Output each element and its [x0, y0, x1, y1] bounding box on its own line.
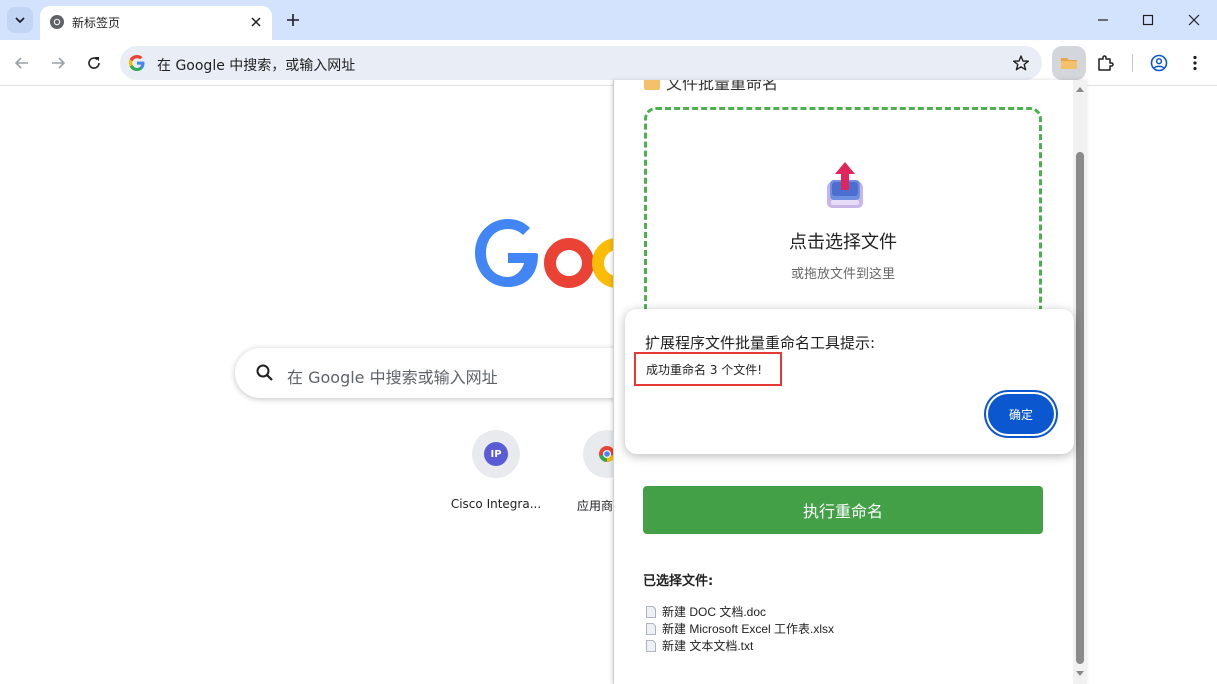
menu-button[interactable]: [1181, 49, 1209, 77]
popup-title-text: 文件批量重命名: [666, 80, 779, 93]
reload-button[interactable]: [80, 49, 108, 77]
back-button[interactable]: [8, 49, 36, 77]
new-tab-button[interactable]: [281, 8, 305, 32]
dialog-title: 扩展程序文件批量重命名工具提示:: [645, 334, 876, 352]
list-item: 新建 DOC 文档.doc: [646, 603, 834, 620]
scroll-up-arrow-icon[interactable]: [1076, 85, 1084, 93]
dialog-ok-button[interactable]: 确定: [988, 394, 1054, 434]
shortcut-tile[interactable]: IP Cisco Integra...: [440, 430, 552, 511]
maximize-button[interactable]: [1125, 0, 1171, 40]
address-bar[interactable]: 在 Google 中搜索，或输入网址: [120, 46, 1042, 80]
reload-icon: [88, 57, 100, 69]
execute-rename-button[interactable]: 执行重命名: [643, 486, 1043, 534]
arrow-left-icon: [14, 57, 28, 69]
shortcut-label: Cisco Integra...: [450, 497, 542, 511]
address-text: 在 Google 中搜索，或输入网址: [157, 58, 356, 74]
upload-icon: [827, 162, 863, 208]
drop-zone-main-text: 点击选择文件: [789, 232, 897, 253]
plus-icon: [287, 14, 299, 26]
selected-files-heading: 已选择文件:: [643, 574, 714, 589]
close-window-button[interactable]: [1171, 0, 1217, 40]
chevron-down-icon: [15, 17, 25, 24]
account-circle-icon: [1150, 54, 1168, 72]
close-icon: [251, 17, 261, 27]
google-logo: [475, 219, 632, 288]
arrow-right-icon: [52, 57, 66, 69]
alert-dialog: 扩展程序文件批量重命名工具提示: 成功重命名 3 个文件! 确定: [625, 309, 1074, 454]
bookmark-star-icon[interactable]: [1012, 54, 1030, 72]
file-icon: [646, 622, 656, 635]
selected-files-list: 新建 DOC 文档.doc 新建 Microsoft Excel 工作表.xls…: [646, 603, 834, 654]
maximize-icon: [1142, 14, 1154, 26]
shortcut-icon-wrap: IP: [472, 430, 520, 478]
rename-extension-button[interactable]: [1052, 46, 1086, 80]
chrome-icon: [50, 15, 64, 29]
ntp-search-placeholder: 在 Google 中搜索或输入网址: [287, 368, 498, 387]
scroll-thumb[interactable]: [1076, 152, 1084, 664]
folder-title-icon: [644, 80, 660, 90]
popup-scrollbar[interactable]: [1073, 80, 1087, 684]
google-g-icon: [129, 55, 145, 71]
file-name: 新建 文本文档.txt: [662, 639, 754, 653]
list-item: 新建 文本文档.txt: [646, 637, 834, 654]
toolbar-separator: [1132, 54, 1133, 72]
ip-avatar-icon: IP: [484, 442, 508, 466]
file-drop-zone[interactable]: 点击选择文件 或拖放文件到这里: [644, 107, 1042, 337]
file-name: 新建 Microsoft Excel 工作表.xlsx: [662, 622, 835, 636]
scroll-down-arrow-icon[interactable]: [1076, 670, 1084, 678]
tab-search-button[interactable]: [7, 7, 33, 33]
more-vert-icon: [1193, 55, 1197, 71]
forward-button[interactable]: [44, 49, 72, 77]
tab-close-button[interactable]: [246, 12, 266, 32]
file-icon: [646, 605, 656, 618]
minimize-icon: [1098, 19, 1108, 21]
drop-zone-sub-text: 或拖放文件到这里: [790, 267, 895, 282]
file-icon: [646, 639, 656, 652]
minimize-button[interactable]: [1080, 0, 1126, 40]
search-icon: [256, 364, 273, 381]
close-icon: [1188, 14, 1200, 26]
dialog-message: 成功重命名 3 个文件!: [634, 352, 782, 386]
list-item: 新建 Microsoft Excel 工作表.xlsx: [646, 620, 834, 637]
file-name: 新建 DOC 文档.doc: [662, 605, 767, 619]
popup-title: 文件批量重命名: [644, 80, 778, 94]
extensions-button[interactable]: [1091, 49, 1119, 77]
tab-strip: 新标签页: [0, 0, 1217, 40]
browser-window: 新标签页 在 Google 中搜索，或输入网址 在 Google 中搜索或输入网…: [0, 0, 1217, 684]
folder-icon: [1061, 58, 1077, 69]
profile-button[interactable]: [1145, 49, 1173, 77]
puzzle-icon: [1098, 55, 1114, 71]
tab-new-tab[interactable]: 新标签页: [40, 6, 272, 40]
tab-title: 新标签页: [72, 16, 121, 30]
